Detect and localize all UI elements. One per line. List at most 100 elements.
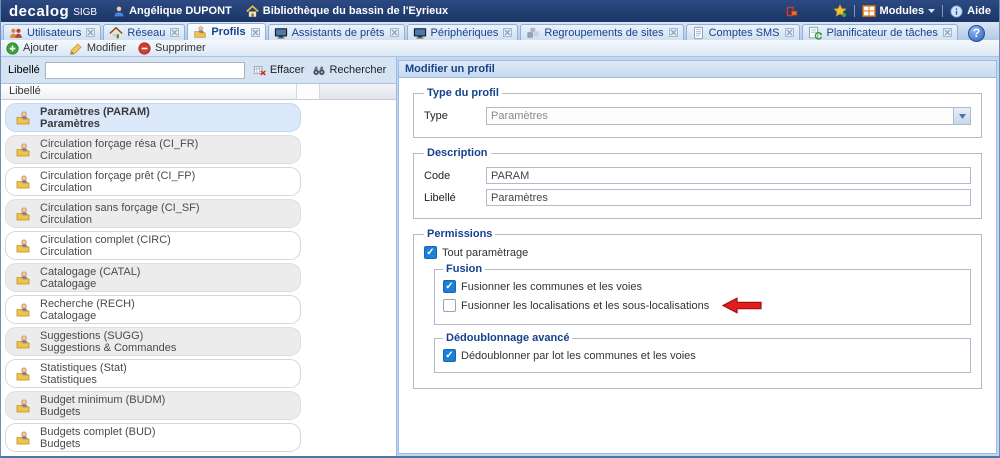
add-button[interactable]: Ajouter bbox=[6, 42, 58, 55]
profile-item-title: Circulation complet (CIRC) bbox=[40, 234, 171, 246]
type-combobox-value: Paramètres bbox=[487, 108, 953, 124]
fusion-options: Fusionner les communes et les voies Fusi… bbox=[443, 280, 962, 314]
search-input[interactable] bbox=[45, 62, 245, 79]
home-icon bbox=[246, 5, 259, 18]
dedup-fieldset-legend: Dédoublonnage avancé bbox=[443, 332, 572, 344]
profile-item-title: Budgets complet (BUD) bbox=[40, 426, 156, 438]
profile-list-item[interactable]: Budgets complet (BUD) Budgets bbox=[5, 423, 301, 452]
tab-r-seau[interactable]: Réseau bbox=[103, 24, 185, 40]
profile-list-item[interactable]: Suggestions (SUGG) Suggestions & Command… bbox=[5, 327, 301, 356]
help-menu[interactable]: Aide bbox=[950, 5, 991, 18]
scheduler-icon bbox=[808, 26, 823, 40]
profile-item-title: Circulation forçage résa (CI_FR) bbox=[40, 138, 198, 150]
profile-list-item[interactable]: Circulation complet (CIRC) Circulation bbox=[5, 231, 301, 260]
help-badge[interactable]: ? bbox=[968, 25, 985, 42]
tab-profils[interactable]: Profils bbox=[187, 23, 265, 40]
divider bbox=[942, 5, 943, 17]
top-bar: decalog SIGB Angélique DUPONT Bibliothèq… bbox=[1, 0, 999, 22]
profile-list-item[interactable]: Catalogage (CATAL) Catalogage bbox=[5, 263, 301, 292]
application-window: decalog SIGB Angélique DUPONT Bibliothèq… bbox=[0, 0, 1000, 458]
column-header-filler bbox=[319, 84, 396, 99]
dedup-fieldset: Dédoublonnage avancé Dédoublonner par lo… bbox=[434, 332, 971, 373]
info-icon bbox=[950, 5, 963, 18]
tab-regroupements-de-sites[interactable]: Regroupements de sites bbox=[520, 24, 683, 40]
close-icon[interactable] bbox=[86, 28, 95, 37]
close-icon[interactable] bbox=[669, 28, 678, 37]
profile-icon bbox=[15, 238, 31, 254]
profile-icon bbox=[15, 270, 31, 286]
permissions-fieldset: Permissions Tout paramètrage Fusion Fusi… bbox=[413, 228, 982, 389]
edit-button[interactable]: Modifier bbox=[70, 42, 126, 55]
checkbox[interactable] bbox=[424, 246, 437, 259]
close-icon[interactable] bbox=[170, 28, 179, 37]
modules-grid-icon bbox=[862, 5, 876, 17]
profile-list: Paramètres (PARAM) Paramètres Circulatio… bbox=[1, 100, 396, 456]
close-icon[interactable] bbox=[251, 28, 260, 37]
checkbox[interactable] bbox=[443, 299, 456, 312]
profile-item-subtitle: Statistiques bbox=[40, 374, 127, 386]
profile-item-subtitle: Circulation bbox=[40, 246, 171, 258]
divider bbox=[854, 5, 855, 17]
tab-utilisateurs[interactable]: Utilisateurs bbox=[3, 24, 101, 40]
profile-icon bbox=[15, 174, 31, 190]
profile-icon bbox=[15, 142, 31, 158]
search-button[interactable]: Rechercher bbox=[312, 64, 386, 77]
add-button-label: Ajouter bbox=[23, 42, 58, 54]
code-field[interactable] bbox=[486, 167, 971, 184]
binoculars-icon bbox=[312, 64, 326, 77]
profile-list-item[interactable]: Paramètres (PARAM) Paramètres bbox=[5, 103, 301, 132]
column-header-libelle[interactable]: Libellé bbox=[1, 84, 297, 99]
tab-label: Planificateur de tâches bbox=[827, 27, 938, 39]
tab-strip: Utilisateurs Réseau Profils Assistants d… bbox=[1, 22, 999, 40]
profile-list-item[interactable]: Circulation sans forçage (CI_SF) Circula… bbox=[5, 199, 301, 228]
delete-button[interactable]: Supprimer bbox=[138, 42, 206, 55]
description-fieldset: Description Code Libellé bbox=[413, 147, 982, 219]
permissions-fieldset-legend: Permissions bbox=[424, 228, 495, 240]
close-icon[interactable] bbox=[503, 28, 512, 37]
profile-list-item[interactable]: Budget minimum (BUDM) Budgets bbox=[5, 391, 301, 420]
profile-icon bbox=[15, 430, 31, 446]
profile-list-item[interactable]: Recherche (RECH) Catalogage bbox=[5, 295, 301, 324]
users-icon bbox=[9, 26, 23, 40]
profile-item-subtitle: Suggestions & Commandes bbox=[40, 342, 176, 354]
checkbox[interactable] bbox=[443, 280, 456, 293]
checkbox-label[interactable]: Fusionner les communes et les voies bbox=[461, 281, 642, 293]
combo-dropdown-button[interactable] bbox=[953, 108, 970, 124]
profile-list-item[interactable]: Circulation forçage prêt (CI_FP) Circula… bbox=[5, 167, 301, 196]
edit-profile-form: Type du profil Type Paramètres Descripti… bbox=[399, 78, 996, 453]
edit-button-label: Modifier bbox=[87, 42, 126, 54]
profile-list-item[interactable]: Statistiques (Stat) Statistiques bbox=[5, 359, 301, 388]
profile-icon bbox=[15, 206, 31, 222]
type-combobox[interactable]: Paramètres bbox=[486, 107, 971, 125]
chevron-down-icon bbox=[928, 9, 935, 13]
libelle-field[interactable] bbox=[486, 189, 971, 206]
checkbox[interactable] bbox=[443, 349, 456, 362]
checkbox-label[interactable]: Fusionner les localisations et les sous-… bbox=[461, 300, 709, 312]
checkbox-row: Tout paramètrage bbox=[424, 246, 971, 259]
close-icon[interactable] bbox=[390, 28, 399, 37]
clear-button[interactable]: Effacer bbox=[253, 64, 305, 77]
checkbox-label[interactable]: Dédoublonner par lot les communes et les… bbox=[461, 350, 696, 362]
tab-label: Utilisateurs bbox=[27, 27, 81, 39]
close-icon[interactable] bbox=[943, 28, 952, 37]
profile-item-subtitle: Budgets bbox=[40, 406, 165, 418]
tab-label: Assistants de prêts bbox=[292, 27, 385, 39]
permissions-options: Tout paramètrage bbox=[424, 246, 971, 259]
close-icon[interactable] bbox=[785, 28, 794, 37]
disconnect-icon[interactable] bbox=[785, 5, 798, 18]
profile-list-item[interactable]: Circulation forçage résa (CI_FR) Circula… bbox=[5, 135, 301, 164]
profile-icon bbox=[193, 25, 207, 39]
tab-comptes-sms[interactable]: Comptes SMS bbox=[686, 24, 800, 40]
tab-label: Réseau bbox=[127, 27, 165, 39]
favorites-star-icon[interactable] bbox=[833, 4, 847, 18]
profile-item-title: Circulation sans forçage (CI_SF) bbox=[40, 202, 200, 214]
current-user-name: Angélique DUPONT bbox=[129, 5, 232, 17]
checkbox-label[interactable]: Tout paramètrage bbox=[442, 247, 528, 259]
modules-menu[interactable]: Modules bbox=[862, 5, 936, 17]
tab-planificateur-de-t-ches[interactable]: Planificateur de tâches bbox=[802, 24, 958, 40]
edit-profile-panel: Modifier un profil Type du profil Type P… bbox=[398, 60, 997, 454]
tab-assistants-de-pr-ts[interactable]: Assistants de prêts bbox=[268, 24, 405, 40]
add-icon bbox=[6, 42, 19, 55]
tab-p-riph-riques[interactable]: Périphériques bbox=[407, 24, 519, 40]
tab-label: Périphériques bbox=[431, 27, 499, 39]
